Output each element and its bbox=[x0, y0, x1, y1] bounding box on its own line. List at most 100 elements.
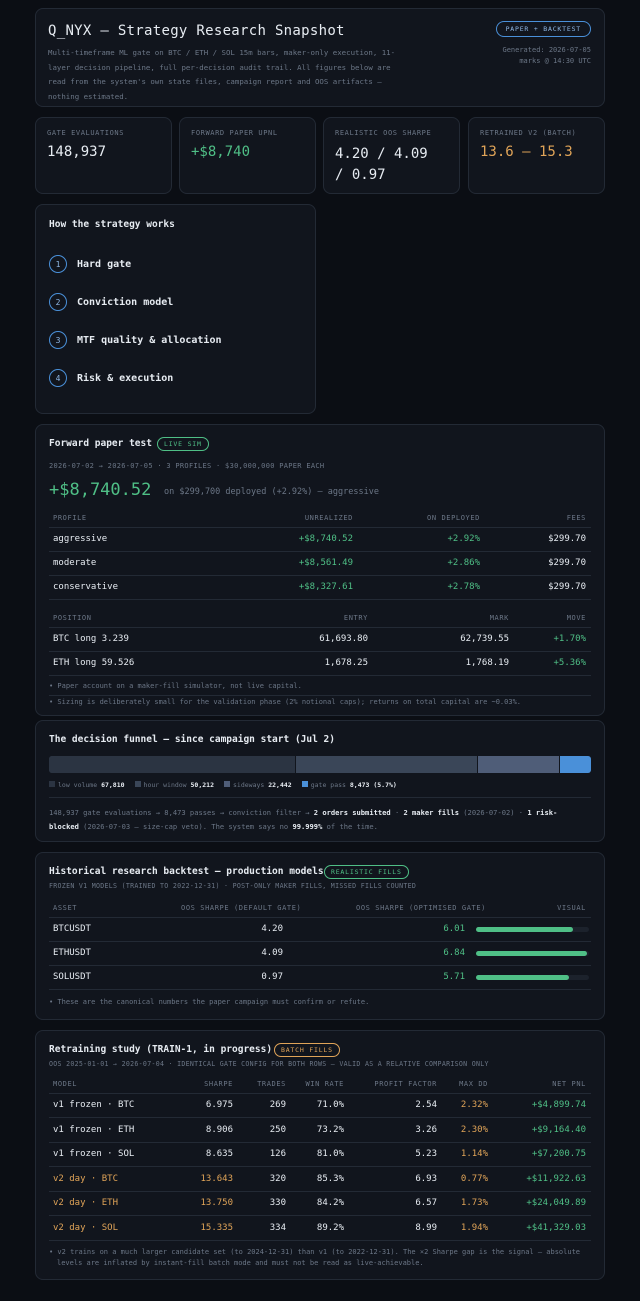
legend-gate-pass: gate pass 8,473 (5.7%) bbox=[301, 781, 397, 789]
divider bbox=[49, 551, 591, 552]
divider bbox=[49, 1215, 591, 1216]
optimised-sharpe: 5.71 bbox=[443, 972, 465, 982]
col-header-model: MODEL bbox=[53, 1080, 78, 1088]
page-subtitle: Multi-timeframe ML gate on BTC / ETH / S… bbox=[48, 46, 395, 104]
legend-low-volume: low volume 67,810 bbox=[49, 781, 125, 789]
forward-big-sub: on $299,700 deployed (+2.92%) — aggressi… bbox=[164, 487, 379, 497]
divider bbox=[49, 965, 591, 966]
position-move: +1.70% bbox=[553, 634, 586, 644]
summary-highlight: blocked bbox=[49, 822, 79, 831]
divider bbox=[49, 1239, 591, 1241]
live-sim-badge: LIVE SIM bbox=[157, 437, 209, 451]
legend-value: 67,810 bbox=[101, 781, 125, 789]
model-win-rate: 89.2% bbox=[316, 1222, 344, 1233]
kpi-gate-evaluations: GATE EVALUATIONS 148,937 bbox=[35, 117, 172, 194]
model-sharpe: 13.750 bbox=[200, 1198, 233, 1208]
model-trades: 330 bbox=[269, 1198, 286, 1208]
kpi-retrained-v2: RETRAINED V2 (BATCH) 13.6 – 15.3 bbox=[468, 117, 605, 194]
col-header-max-dd: MAX DD bbox=[459, 1080, 488, 1088]
profile-on-deployed: +2.92% bbox=[447, 534, 480, 544]
section-title: Retraining study (TRAIN-1, in progress) bbox=[49, 1044, 273, 1055]
profile-fees: $299.70 bbox=[548, 534, 586, 544]
model-net-pnl: +$9,164.40 bbox=[531, 1124, 586, 1135]
col-header-mark: MARK bbox=[489, 614, 509, 622]
model-sharpe: 8.906 bbox=[205, 1124, 233, 1135]
profile-name: moderate bbox=[53, 558, 97, 568]
note-line: levels are inflated by instant-fill batc… bbox=[57, 1259, 424, 1267]
divider bbox=[49, 917, 591, 918]
step-risk-execution: 4 Risk & execution bbox=[49, 369, 173, 387]
col-header-unrealized: UNREALIZED bbox=[304, 514, 353, 522]
kpi-forward-paper-upnl: FORWARD PAPER UPNL +$8,740 bbox=[179, 117, 316, 194]
profile-fees: $299.70 bbox=[548, 558, 586, 568]
subtitle-line: nothing estimated. bbox=[48, 91, 129, 101]
col-header-profile: PROFILE bbox=[53, 514, 87, 522]
model-name: v1 frozen · SOL bbox=[53, 1149, 135, 1159]
kpi-label: GATE EVALUATIONS bbox=[47, 129, 125, 137]
subtitle-line: Multi-timeframe ML gate on BTC / ETH / S… bbox=[48, 48, 396, 57]
forward-note: • Paper account on a maker-fill simulato… bbox=[49, 682, 302, 690]
profile-on-deployed: +2.86% bbox=[447, 558, 480, 568]
asset-name: SOLUSDT bbox=[53, 972, 91, 982]
sharpe-bar-track bbox=[476, 927, 589, 932]
section-title: Historical research backtest — productio… bbox=[49, 866, 324, 877]
model-net-pnl: +$4,899.74 bbox=[531, 1100, 586, 1110]
model-trades: 269 bbox=[269, 1100, 286, 1110]
model-win-rate: 85.3% bbox=[316, 1173, 344, 1184]
model-sharpe: 13.643 bbox=[200, 1173, 233, 1184]
decision-funnel-card: The decision funnel — since campaign sta… bbox=[35, 720, 605, 842]
legend-label: gate pass bbox=[310, 781, 346, 789]
kpi-value: 148,937 bbox=[47, 144, 107, 160]
col-header-default: OOS SHARPE (DEFAULT GATE) bbox=[181, 904, 302, 912]
position-mark: 62,739.55 bbox=[460, 634, 509, 644]
legend-label: low volume bbox=[58, 781, 98, 789]
profile-unrealized: +$8,740.52 bbox=[298, 534, 353, 544]
model-net-pnl: +$24,049.89 bbox=[526, 1198, 586, 1208]
retraining-study-card: Retraining study (TRAIN-1, in progress) … bbox=[35, 1030, 605, 1280]
model-profit-factor: 5.23 bbox=[415, 1149, 437, 1159]
model-sharpe: 15.335 bbox=[200, 1222, 233, 1233]
position-move: +5.36% bbox=[553, 658, 586, 668]
note-line: • v2 trains on a much larger candidate s… bbox=[49, 1248, 581, 1256]
col-header-fees: FEES bbox=[566, 514, 586, 522]
col-header-trades: TRADES bbox=[257, 1080, 286, 1088]
header-card: Q_NYX — Strategy Research Snapshot Multi… bbox=[35, 8, 605, 107]
optimised-sharpe: 6.84 bbox=[443, 948, 465, 958]
step-number: 1 bbox=[49, 255, 67, 273]
col-header-win-rate: WIN RATE bbox=[305, 1080, 344, 1088]
model-max-dd: 2.32% bbox=[460, 1100, 488, 1110]
model-win-rate: 81.0% bbox=[316, 1149, 344, 1159]
model-profit-factor: 6.93 bbox=[415, 1173, 437, 1184]
default-sharpe: 4.20 bbox=[261, 924, 283, 934]
kpi-value-line: 4.20 / 4.09 bbox=[335, 146, 428, 162]
summary-text: · bbox=[390, 808, 404, 817]
sharpe-bar-fill bbox=[476, 951, 587, 956]
summary-text: of the time. bbox=[322, 822, 378, 831]
realistic-fills-badge: REALISTIC FILLS bbox=[324, 865, 409, 879]
generated-timestamp: Generated: 2026-07-05 marks @ 14:30 UTC bbox=[502, 45, 591, 67]
profile-on-deployed: +2.78% bbox=[447, 582, 480, 592]
kpi-value: 13.6 – 15.3 bbox=[480, 144, 573, 160]
step-number: 4 bbox=[49, 369, 67, 387]
model-win-rate: 73.2% bbox=[316, 1124, 344, 1135]
forward-meta: 2026-07-02 → 2026-07-05 · 3 PROFILES · $… bbox=[49, 462, 325, 470]
divider bbox=[49, 599, 591, 600]
profile-unrealized: +$8,327.61 bbox=[298, 582, 353, 592]
model-net-pnl: +$7,200.75 bbox=[531, 1149, 586, 1159]
summary-highlight: 2 maker fills bbox=[403, 808, 460, 817]
model-net-pnl: +$41,329.03 bbox=[526, 1222, 586, 1233]
legend-label: sideways bbox=[233, 781, 265, 789]
model-max-dd: 1.73% bbox=[460, 1198, 488, 1208]
optimised-sharpe: 6.01 bbox=[443, 924, 465, 934]
profile-unrealized: +$8,561.49 bbox=[298, 558, 353, 568]
step-number: 2 bbox=[49, 293, 67, 311]
step-mtf-quality: 3 MTF quality & allocation bbox=[49, 331, 222, 349]
subtitle-line: layer decision pipeline, full per-decisi… bbox=[48, 62, 391, 72]
model-sharpe: 8.635 bbox=[205, 1149, 233, 1159]
step-label: Risk & execution bbox=[77, 372, 174, 384]
historical-note: • These are the canonical numbers the pa… bbox=[49, 998, 370, 1006]
marks-time: marks @ 14:30 UTC bbox=[519, 57, 591, 65]
divider bbox=[49, 1141, 591, 1143]
forward-note: • Sizing is deliberately small for the v… bbox=[49, 698, 522, 706]
mode-badge: PAPER + BACKTEST bbox=[495, 21, 591, 37]
